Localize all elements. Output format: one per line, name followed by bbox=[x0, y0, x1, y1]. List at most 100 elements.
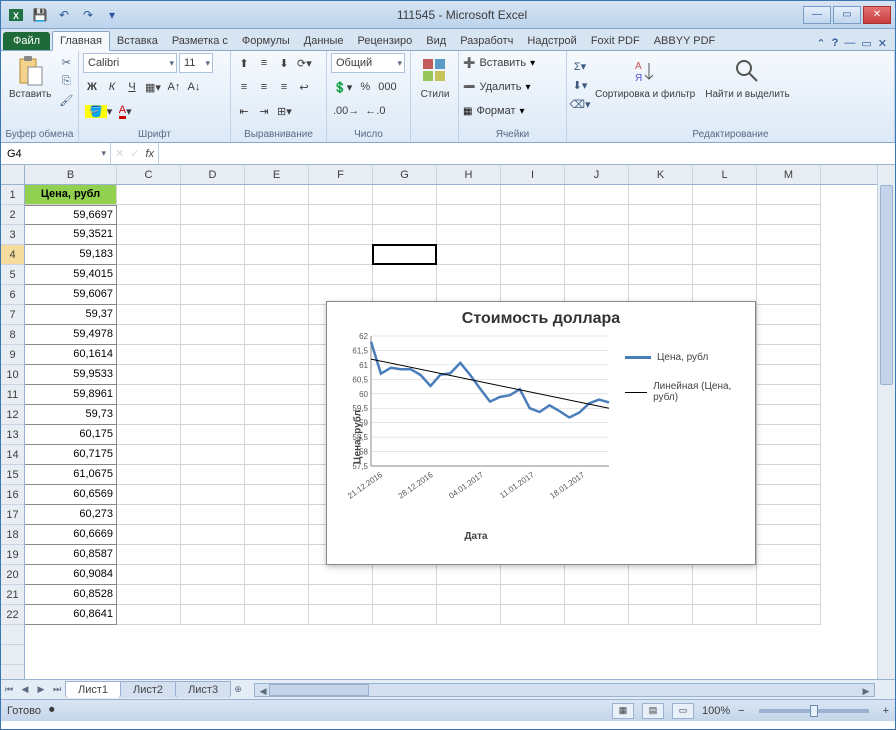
tab-review[interactable]: Рецензиро bbox=[351, 32, 420, 50]
cell[interactable] bbox=[757, 365, 821, 385]
qat-more-icon[interactable]: ▾ bbox=[101, 5, 123, 25]
cell[interactable]: 59,37 bbox=[25, 305, 117, 325]
zoom-slider[interactable] bbox=[759, 709, 869, 713]
cell[interactable] bbox=[309, 565, 373, 585]
cell[interactable] bbox=[117, 365, 181, 385]
cell[interactable] bbox=[437, 605, 501, 625]
cell[interactable] bbox=[565, 225, 629, 245]
sheet-nav-prev-icon[interactable]: ◀ bbox=[17, 682, 33, 698]
align-top-icon[interactable]: ⬆ bbox=[235, 53, 253, 73]
cell[interactable] bbox=[437, 225, 501, 245]
cell[interactable] bbox=[117, 485, 181, 505]
embedded-chart[interactable]: Стоимость доллара Цена, рубл 57,55858,55… bbox=[326, 301, 756, 565]
cell[interactable] bbox=[629, 585, 693, 605]
number-format-combo[interactable]: Общий bbox=[331, 53, 405, 73]
row-header[interactable]: 3 bbox=[1, 225, 24, 245]
cell[interactable] bbox=[693, 565, 757, 585]
increase-decimal-icon[interactable]: .00→ bbox=[331, 101, 361, 121]
column-header[interactable]: H bbox=[437, 165, 501, 184]
cell[interactable] bbox=[181, 545, 245, 565]
cell[interactable]: 59,8961 bbox=[25, 385, 117, 405]
cell[interactable] bbox=[757, 305, 821, 325]
cell[interactable] bbox=[181, 505, 245, 525]
autosum-icon[interactable]: Σ▾ bbox=[571, 57, 589, 75]
cell[interactable] bbox=[565, 185, 629, 205]
cell[interactable] bbox=[309, 585, 373, 605]
fill-icon[interactable]: ⬇▾ bbox=[571, 76, 589, 94]
row-header[interactable]: 9 bbox=[1, 345, 24, 365]
cell[interactable] bbox=[245, 225, 309, 245]
hscroll-right-icon[interactable]: ▶ bbox=[858, 684, 874, 700]
column-header[interactable]: L bbox=[693, 165, 757, 184]
sheet-tab[interactable]: Лист1 bbox=[65, 681, 121, 698]
cell[interactable]: 60,6669 bbox=[25, 525, 117, 545]
zoom-out-icon[interactable]: − bbox=[738, 705, 744, 717]
font-name-combo[interactable]: Calibri bbox=[83, 53, 177, 73]
cell[interactable] bbox=[757, 405, 821, 425]
cell[interactable] bbox=[245, 265, 309, 285]
doc-minimize-icon[interactable]: — bbox=[844, 37, 855, 50]
cell[interactable] bbox=[245, 545, 309, 565]
cell[interactable]: 59,6697 bbox=[25, 205, 117, 225]
increase-font-icon[interactable]: A↑ bbox=[165, 77, 183, 97]
cell[interactable] bbox=[437, 185, 501, 205]
cell[interactable]: 60,273 bbox=[25, 505, 117, 525]
sheet-nav-last-icon[interactable]: ⏭ bbox=[49, 682, 65, 698]
row-header[interactable]: 16 bbox=[1, 485, 24, 505]
column-header[interactable]: I bbox=[501, 165, 565, 184]
cell[interactable]: 60,175 bbox=[25, 425, 117, 445]
cell[interactable] bbox=[181, 485, 245, 505]
cell[interactable] bbox=[309, 265, 373, 285]
select-all-corner[interactable] bbox=[1, 165, 25, 185]
cell[interactable]: 59,183 bbox=[25, 245, 117, 265]
file-tab[interactable]: Файл bbox=[3, 32, 50, 50]
cell[interactable]: 60,9084 bbox=[25, 565, 117, 585]
cell[interactable] bbox=[373, 565, 437, 585]
find-select-button[interactable]: Найти и выделить bbox=[701, 53, 793, 102]
formula-input[interactable] bbox=[159, 143, 895, 164]
cell[interactable] bbox=[245, 245, 309, 265]
cell[interactable] bbox=[181, 325, 245, 345]
cell[interactable] bbox=[693, 245, 757, 265]
help-icon[interactable]: ? bbox=[832, 37, 839, 50]
redo-icon[interactable]: ↷ bbox=[77, 5, 99, 25]
decrease-font-icon[interactable]: A↓ bbox=[185, 77, 203, 97]
cell[interactable] bbox=[757, 465, 821, 485]
decrease-decimal-icon[interactable]: ←.0 bbox=[363, 101, 387, 121]
cell[interactable] bbox=[373, 605, 437, 625]
row-header[interactable]: 4 bbox=[1, 245, 24, 265]
cell[interactable] bbox=[629, 265, 693, 285]
cell[interactable]: 59,9533 bbox=[25, 365, 117, 385]
cell[interactable]: 60,8641 bbox=[25, 605, 117, 625]
normal-view-icon[interactable]: ▦ bbox=[612, 703, 634, 719]
cell[interactable] bbox=[565, 605, 629, 625]
row-header[interactable]: 10 bbox=[1, 365, 24, 385]
cut-icon[interactable]: ✂ bbox=[57, 53, 75, 71]
cell[interactable] bbox=[245, 565, 309, 585]
cell[interactable] bbox=[181, 565, 245, 585]
tab-developer[interactable]: Разработч bbox=[453, 32, 520, 50]
cell[interactable] bbox=[245, 585, 309, 605]
maximize-button[interactable]: ▭ bbox=[833, 6, 861, 24]
sheet-tab[interactable]: Лист3 bbox=[175, 681, 231, 698]
wrap-text-icon[interactable]: ↩ bbox=[295, 77, 313, 97]
merge-button[interactable]: ⊞▾ bbox=[275, 101, 294, 121]
cell[interactable]: 59,4978 bbox=[25, 325, 117, 345]
cell[interactable] bbox=[117, 465, 181, 485]
cell[interactable] bbox=[181, 285, 245, 305]
tab-view[interactable]: Вид bbox=[419, 32, 453, 50]
comma-icon[interactable]: 000 bbox=[376, 77, 398, 97]
tab-home[interactable]: Главная bbox=[52, 31, 110, 51]
row-header[interactable]: 14 bbox=[1, 445, 24, 465]
cell[interactable] bbox=[373, 225, 437, 245]
cell[interactable] bbox=[117, 505, 181, 525]
cell[interactable] bbox=[181, 365, 245, 385]
cell[interactable] bbox=[757, 605, 821, 625]
row-header[interactable]: 7 bbox=[1, 305, 24, 325]
cell[interactable]: 60,1614 bbox=[25, 345, 117, 365]
clear-icon[interactable]: ⌫▾ bbox=[571, 95, 589, 113]
column-header[interactable]: J bbox=[565, 165, 629, 184]
cell[interactable] bbox=[117, 385, 181, 405]
cell[interactable]: 59,6067 bbox=[25, 285, 117, 305]
cell[interactable] bbox=[117, 405, 181, 425]
